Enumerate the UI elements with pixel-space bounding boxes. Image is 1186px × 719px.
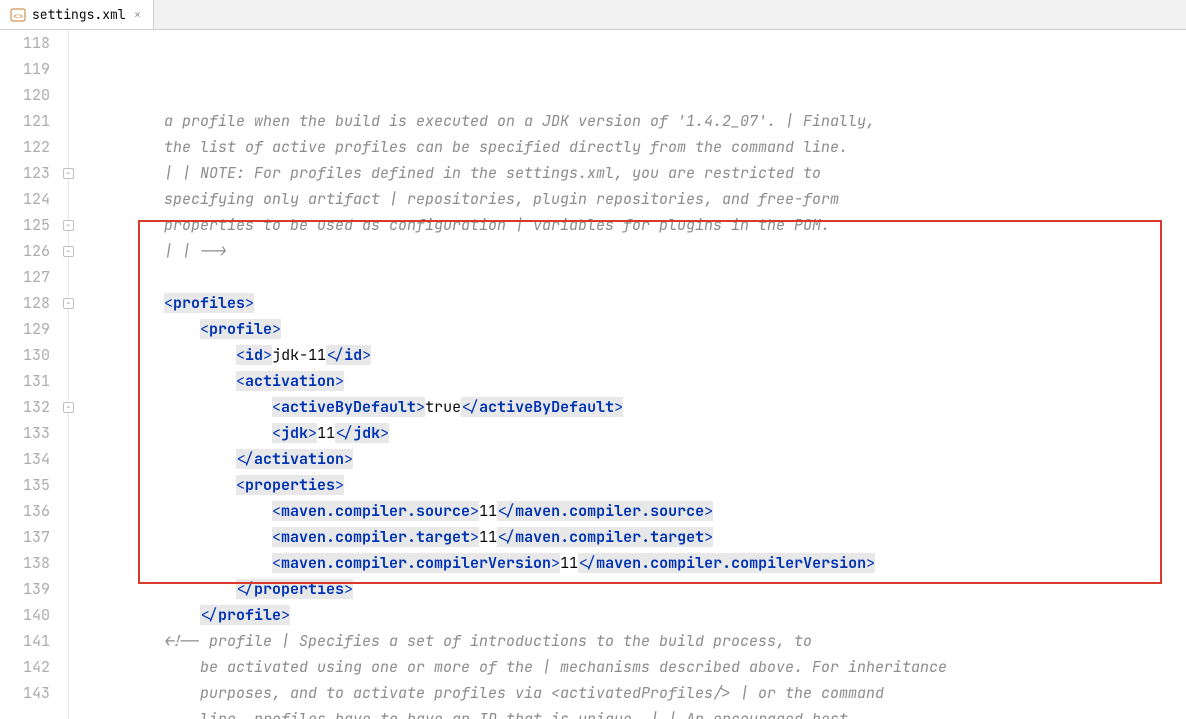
line-number: 128 [0, 290, 50, 316]
tab-close-button[interactable]: × [132, 6, 144, 23]
line-number: 123 [0, 160, 50, 186]
line-number: 120 [0, 82, 50, 108]
code-editor[interactable]: 1181191201211221231241251261271281291301… [0, 30, 1186, 719]
code-line: <maven.compiler.target>11</maven.compile… [92, 524, 1186, 550]
line-number: 136 [0, 498, 50, 524]
code-line: <jdk>11</jdk> [92, 420, 1186, 446]
code-line: </profile> [92, 602, 1186, 628]
code-line: </activation> [92, 446, 1186, 472]
line-number: 140 [0, 602, 50, 628]
code-line: specifying only artifact | repositories,… [92, 186, 1186, 212]
code-line: the list of active profiles can be speci… [92, 134, 1186, 160]
editor-tab-settings-xml[interactable]: <> settings.xml × [0, 0, 154, 29]
fold-toggle-icon[interactable]: − [63, 246, 74, 257]
line-number: 131 [0, 368, 50, 394]
code-line: <id>jdk-11</id> [92, 342, 1186, 368]
code-line: <activation> [92, 368, 1186, 394]
fold-guideline [68, 30, 69, 719]
code-line: <profile> [92, 316, 1186, 342]
line-number: 137 [0, 524, 50, 550]
code-line: <activeByDefault>true</activeByDefault> [92, 394, 1186, 420]
line-number: 143 [0, 680, 50, 706]
line-number: 130 [0, 342, 50, 368]
line-number: 132 [0, 394, 50, 420]
line-number: 138 [0, 550, 50, 576]
line-number: 134 [0, 446, 50, 472]
line-number: 125 [0, 212, 50, 238]
line-number: 139 [0, 576, 50, 602]
tab-bar: <> settings.xml × [0, 0, 1186, 30]
code-area[interactable]: a profile when the build is executed on … [86, 30, 1186, 719]
tab-filename: settings.xml [32, 6, 126, 23]
code-line: line, profiles have to have an ID that i… [92, 706, 1186, 719]
fold-toggle-icon[interactable]: − [63, 220, 74, 231]
code-line: properties to be used as configuration |… [92, 212, 1186, 238]
fold-column: − − − − − [62, 30, 86, 719]
line-number: 135 [0, 472, 50, 498]
line-number: 129 [0, 316, 50, 342]
fold-toggle-icon[interactable]: − [63, 402, 74, 413]
line-number: 119 [0, 56, 50, 82]
line-number-gutter: 1181191201211221231241251261271281291301… [0, 30, 62, 719]
fold-toggle-icon[interactable]: − [63, 298, 74, 309]
code-line: <profiles> [92, 290, 1186, 316]
code-line: <maven.compiler.source>11</maven.compile… [92, 498, 1186, 524]
code-line [92, 264, 1186, 290]
code-line: <!-- profile | Specifies a set of introd… [92, 628, 1186, 654]
code-line: be activated using one or more of the | … [92, 654, 1186, 680]
code-line: purposes, and to activate profiles via <… [92, 680, 1186, 706]
line-number: 127 [0, 264, 50, 290]
svg-text:<>: <> [13, 13, 23, 22]
line-number: 126 [0, 238, 50, 264]
code-line: <properties> [92, 472, 1186, 498]
code-line: a profile when the build is executed on … [92, 108, 1186, 134]
fold-toggle-icon[interactable]: − [63, 168, 74, 179]
line-number: 122 [0, 134, 50, 160]
code-line: | | --> [92, 238, 1186, 264]
line-number: 121 [0, 108, 50, 134]
code-line: <maven.compiler.compilerVersion>11</mave… [92, 550, 1186, 576]
line-number: 124 [0, 186, 50, 212]
line-number: 141 [0, 628, 50, 654]
line-number: 118 [0, 30, 50, 56]
code-line: | | NOTE: For profiles defined in the se… [92, 160, 1186, 186]
line-number: 133 [0, 420, 50, 446]
code-line: </properties> [92, 576, 1186, 602]
line-number: 142 [0, 654, 50, 680]
xml-file-icon: <> [10, 7, 26, 23]
